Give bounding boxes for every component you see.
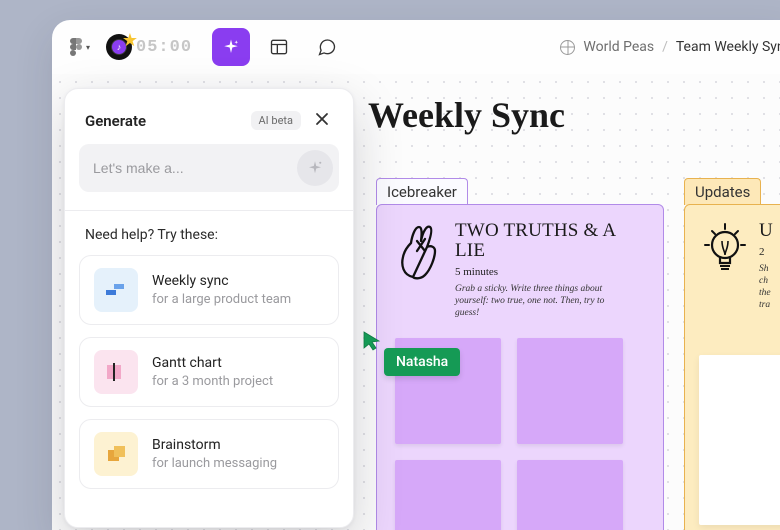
suggestion-thumb-icon: [94, 350, 138, 394]
section-tool-button[interactable]: [260, 28, 298, 66]
card-description: Grab a sticky. Write three things about …: [455, 284, 615, 320]
comment-icon: [317, 37, 337, 57]
suggestion-thumb-icon: [94, 268, 138, 312]
panel-title: Generate: [85, 112, 146, 130]
help-label: Need help? Try these:: [79, 227, 339, 255]
timer-value: 05:00: [136, 38, 192, 57]
suggestion-brainstorm[interactable]: Brainstorm for launch messaging: [79, 419, 339, 489]
toolbar: ▾ ♪ ★ 05:00: [52, 20, 780, 74]
globe-icon: [560, 40, 575, 55]
ai-generate-button[interactable]: [212, 28, 250, 66]
suggestion-title: Weekly sync: [152, 273, 291, 289]
star-icon: ★: [122, 30, 138, 51]
breadcrumb: World Peas / Team Weekly Sync: [560, 20, 780, 74]
card-icebreaker[interactable]: TWO TRUTHS & A LIE 5 minutes Grab a stic…: [376, 204, 664, 530]
updates-content-box[interactable]: [699, 355, 780, 525]
sparkle-icon: [222, 38, 240, 56]
prompt-input[interactable]: [93, 160, 291, 176]
sticky-note[interactable]: [395, 460, 501, 530]
card-updates[interactable]: U 2 Sh ch the tra: [684, 204, 780, 530]
sticky-note[interactable]: [395, 338, 501, 444]
suggestion-subtitle: for a large product team: [152, 292, 291, 307]
figma-logo-icon: [70, 38, 82, 56]
suggestion-title: Brainstorm: [152, 437, 277, 453]
section-icon: [269, 37, 289, 57]
card-duration: 5 minutes: [455, 266, 645, 278]
chevron-down-icon: ▾: [86, 43, 90, 52]
suggestion-subtitle: for launch messaging: [152, 456, 277, 471]
sticky-note[interactable]: [517, 460, 623, 530]
breadcrumb-workspace[interactable]: World Peas: [583, 39, 654, 55]
app-window: ▾ ♪ ★ 05:00: [52, 20, 780, 530]
sparkle-icon: [306, 159, 324, 177]
ai-beta-badge: AI beta: [251, 111, 302, 130]
timer-widget[interactable]: ♪ ★ 05:00: [104, 32, 198, 62]
generate-panel: Generate AI beta Need help? Try these: [64, 88, 354, 528]
breadcrumb-separator: /: [662, 39, 668, 55]
comment-tool-button[interactable]: [308, 28, 346, 66]
card-duration: 2: [759, 246, 773, 258]
breadcrumb-file[interactable]: Team Weekly Sync: [676, 39, 780, 55]
canvas-title: Weekly Sync: [368, 94, 565, 136]
sticky-note[interactable]: [517, 338, 623, 444]
suggestion-weekly-sync[interactable]: Weekly sync for a large product team: [79, 255, 339, 325]
fingers-crossed-icon: [395, 221, 443, 281]
card-title: TWO TRUTHS & A LIE: [455, 221, 645, 261]
close-button[interactable]: [311, 109, 333, 132]
lightbulb-icon: [703, 221, 747, 279]
card-description: Sh ch the tra: [759, 264, 773, 312]
close-icon: [315, 112, 329, 126]
main-menu-button[interactable]: ▾: [66, 34, 94, 60]
card-title: U: [759, 221, 773, 241]
suggestion-gantt-chart[interactable]: Gantt chart for a 3 month project: [79, 337, 339, 407]
section-label-icebreaker[interactable]: Icebreaker: [376, 178, 468, 205]
suggestion-title: Gantt chart: [152, 355, 273, 371]
sticky-grid: [395, 338, 645, 530]
timer-disc-icon: ♪ ★: [106, 34, 132, 60]
prompt-input-wrapper[interactable]: [79, 144, 339, 192]
suggestion-thumb-icon: [94, 432, 138, 476]
section-label-updates[interactable]: Updates: [684, 178, 761, 205]
suggestion-subtitle: for a 3 month project: [152, 374, 273, 389]
prompt-submit-button[interactable]: [297, 150, 333, 186]
panel-divider: [65, 210, 353, 211]
